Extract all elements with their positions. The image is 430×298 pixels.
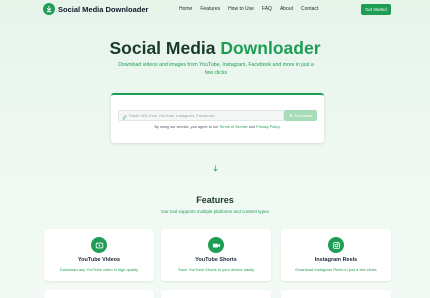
download-card: Download By using our service, you agree…: [111, 93, 324, 143]
feature-description: Download any YouTube video in high quali…: [59, 267, 139, 272]
hero-title-accent: Downloader: [220, 38, 321, 58]
terms-suffix: .: [279, 125, 281, 129]
url-input-wrapper: [118, 110, 284, 121]
instagram-icon: [328, 237, 344, 253]
youtube-icon: [91, 237, 107, 253]
download-icon: [43, 3, 55, 15]
nav-contact[interactable]: Contact: [301, 6, 318, 12]
feature-description: Save YouTube Shorts to your device easil…: [178, 267, 254, 272]
privacy-policy-link[interactable]: Privacy Policy: [256, 125, 279, 129]
feature-title: YouTube Videos: [77, 257, 121, 263]
nav-faq[interactable]: FAQ: [262, 6, 272, 12]
feature-card-partial: [161, 290, 271, 298]
feature-title: Instagram Reels: [314, 257, 358, 263]
feature-title: YouTube Shorts: [195, 257, 237, 263]
terms-of-service-link[interactable]: Terms of Service: [219, 125, 247, 129]
feature-card-youtube-shorts: YouTube Shorts Save YouTube Shorts to yo…: [161, 229, 271, 281]
site-header: Social Media Downloader Home Features Ho…: [0, 0, 430, 20]
download-button[interactable]: Download: [284, 110, 317, 121]
feature-card-partial: [281, 290, 391, 298]
hero-subtitle: Download videos and images from YouTube,…: [118, 62, 314, 76]
feature-card-youtube-videos: YouTube Videos Download any YouTube vide…: [44, 229, 154, 281]
feature-description: Download Instagram Reels in just a few c…: [295, 267, 377, 272]
video-camera-icon: [208, 237, 224, 253]
brand-name: Social Media Downloader: [58, 4, 149, 14]
features-subtitle: Our tool supports multiple platforms and…: [161, 209, 269, 214]
url-input[interactable]: [129, 113, 279, 118]
link-icon: [122, 107, 127, 125]
hero-title: Social Media Downloader: [0, 38, 430, 59]
nav-home[interactable]: Home: [179, 6, 192, 12]
nav-how-to-use[interactable]: How to Use: [228, 6, 254, 12]
feature-card-partial: [44, 290, 154, 298]
main-nav: Home Features How to Use FAQ About Conta…: [179, 6, 326, 12]
terms-prefix: By using our service, you agree to our: [154, 125, 220, 129]
features-title: Features: [196, 195, 234, 205]
hero-title-main: Social Media: [109, 38, 221, 58]
download-button-label: Download: [294, 113, 313, 118]
feature-card-instagram-reels: Instagram Reels Download Instagram Reels…: [281, 229, 391, 281]
arrow-down-icon[interactable]: [213, 159, 218, 177]
get-started-button[interactable]: Get Started: [361, 4, 391, 15]
brand-logo[interactable]: Social Media Downloader: [43, 3, 148, 15]
terms-notice: By using our service, you agree to our T…: [111, 125, 324, 129]
nav-features[interactable]: Features: [200, 6, 220, 12]
terms-and: and: [247, 125, 257, 129]
nav-about[interactable]: About: [280, 6, 293, 12]
download-button-icon: [289, 113, 293, 118]
